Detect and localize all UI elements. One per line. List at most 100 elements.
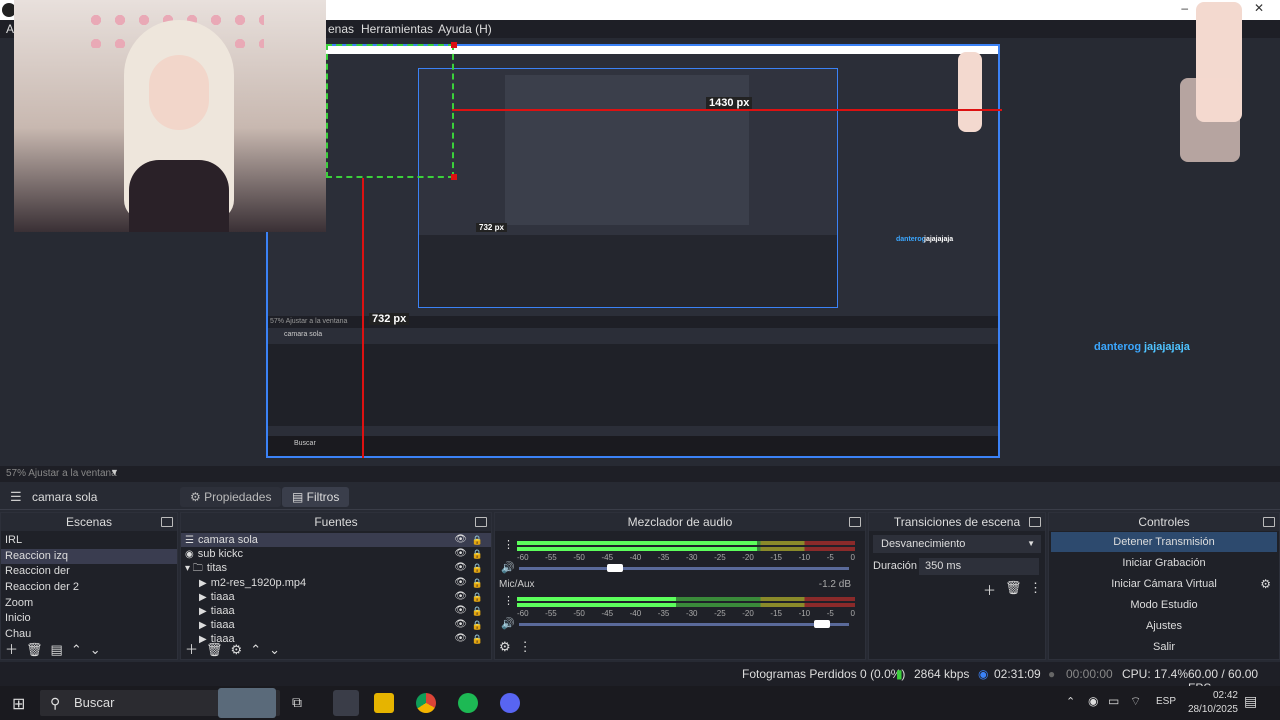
properties-button[interactable]: ⚙ Propiedades bbox=[180, 487, 282, 507]
mixer-menu-icon[interactable]: ⋮ bbox=[519, 639, 532, 654]
move-down-button[interactable]: ⌄ bbox=[269, 642, 280, 657]
scene-item[interactable]: Inicio bbox=[1, 611, 177, 627]
menu-item-herramientas[interactable]: Herramientas bbox=[361, 22, 433, 36]
spotify-icon[interactable] bbox=[458, 693, 478, 713]
meter-tick-label: -5 bbox=[826, 609, 834, 618]
start-virtual-camera-button[interactable]: Iniciar Cámara Virtual ⚙ bbox=[1051, 574, 1277, 594]
lock-icon[interactable]: 🔒 bbox=[472, 547, 483, 561]
move-up-button[interactable]: ⌃ bbox=[71, 642, 82, 657]
task-view-icon[interactable]: ⧉ bbox=[292, 694, 302, 711]
source-item[interactable]: ▶ tiaaa 👁 🔒 bbox=[181, 604, 491, 618]
obs-taskbar-icon[interactable] bbox=[333, 690, 359, 716]
remove-source-button[interactable]: 🗑 bbox=[206, 642, 223, 657]
chrome-icon[interactable] bbox=[416, 693, 436, 713]
scene-item[interactable]: Reaccion der 2 bbox=[1, 580, 177, 596]
search-highlight-image bbox=[218, 688, 276, 718]
source-item[interactable]: ▶ tiaaa 👁 🔒 bbox=[181, 590, 491, 604]
duration-input[interactable]: 350 ms bbox=[919, 558, 1039, 575]
lock-icon[interactable]: 🔒 bbox=[472, 533, 483, 547]
level-meter bbox=[517, 597, 855, 601]
track-menu-icon[interactable]: ⋮ bbox=[503, 594, 514, 607]
settings-button[interactable]: Ajustes bbox=[1051, 616, 1277, 636]
play-icon: ▶ bbox=[199, 591, 207, 603]
start-recording-button[interactable]: Iniciar Grabación bbox=[1051, 553, 1277, 573]
move-up-button[interactable]: ⌃ bbox=[250, 642, 261, 657]
undock-icon[interactable] bbox=[849, 517, 861, 527]
visibility-eye-icon[interactable]: 👁 bbox=[454, 576, 467, 590]
scene-item[interactable]: Reaccion der bbox=[1, 564, 177, 580]
undock-icon[interactable] bbox=[1029, 517, 1041, 527]
remove-transition-button[interactable]: 🗑 bbox=[1005, 580, 1022, 596]
discord-icon[interactable] bbox=[500, 693, 520, 713]
network-icon[interactable]: ▭ bbox=[1108, 694, 1119, 708]
studio-mode-button[interactable]: Modo Estudio bbox=[1051, 595, 1277, 615]
move-down-button[interactable]: ⌄ bbox=[90, 642, 101, 657]
undock-icon[interactable] bbox=[1263, 517, 1275, 527]
filters-button[interactable]: ▤ Filtros bbox=[282, 487, 350, 507]
visibility-eye-icon[interactable]: 👁 bbox=[454, 604, 467, 618]
resize-handle-top-right[interactable] bbox=[451, 42, 457, 48]
add-source-button[interactable]: ＋ bbox=[185, 642, 198, 657]
transition-menu-icon[interactable]: ⋮ bbox=[1029, 580, 1042, 596]
tray-expand-icon[interactable]: ⌃ bbox=[1066, 695, 1075, 708]
visibility-eye-icon[interactable]: 👁 bbox=[454, 618, 467, 632]
undock-icon[interactable] bbox=[161, 517, 173, 527]
lock-icon[interactable]: 🔒 bbox=[472, 590, 483, 604]
speaker-icon[interactable]: 🔊 bbox=[501, 617, 515, 630]
lock-icon[interactable]: 🔒 bbox=[472, 618, 483, 632]
source-item[interactable]: ▶ tiaaa 👁 🔒 bbox=[181, 618, 491, 632]
taskbar-clock[interactable]: 02:42 28/10/2025 bbox=[1188, 689, 1238, 717]
wifi-icon[interactable]: ⌔ bbox=[1130, 694, 1141, 709]
scene-item[interactable]: Reaccion izq bbox=[1, 548, 177, 565]
mixer-track-name: AUDIO PC bbox=[499, 531, 855, 534]
scene-filters-button[interactable]: ▤ bbox=[51, 642, 63, 657]
add-transition-button[interactable]: ＋ bbox=[983, 580, 996, 599]
track-menu-icon[interactable]: ⋮ bbox=[503, 538, 514, 551]
stop-streaming-button[interactable]: Detener Transmisión bbox=[1051, 532, 1277, 552]
windows-start-icon[interactable]: ⊞ bbox=[12, 694, 25, 714]
preview-canvas[interactable]: 57% Ajustar a la ventana camara sola Bus… bbox=[0, 0, 1280, 466]
scene-item[interactable]: Zoom bbox=[1, 596, 177, 612]
language-indicator[interactable]: ESP bbox=[1156, 696, 1176, 707]
mixer-settings-icon[interactable]: ⚙ bbox=[499, 639, 511, 654]
volume-slider[interactable] bbox=[519, 620, 849, 628]
volume-slider[interactable] bbox=[519, 564, 849, 572]
lock-icon[interactable]: 🔒 bbox=[472, 561, 483, 575]
source-selection-box[interactable] bbox=[326, 44, 454, 178]
source-item[interactable]: ☰ camara sola 👁 🔒 bbox=[181, 533, 491, 548]
volume-slider-knob[interactable] bbox=[814, 620, 831, 628]
zoom-dropdown-chevron-icon[interactable]: ▼ bbox=[110, 467, 119, 477]
obs-tray-icon[interactable]: ◉ bbox=[1088, 694, 1098, 708]
resize-handle-bottom-right[interactable] bbox=[451, 174, 457, 180]
alignment-guide-vertical bbox=[362, 178, 364, 458]
meter-tick-label: -60 bbox=[517, 609, 529, 618]
source-item[interactable]: ▾ 🗀 titas 👁 🔒 bbox=[181, 561, 491, 575]
close-button[interactable]: ✕ bbox=[1254, 1, 1264, 15]
source-settings-button[interactable]: ⚙ bbox=[231, 642, 243, 657]
gear-icon[interactable]: ⚙ bbox=[1260, 574, 1271, 594]
undock-icon[interactable] bbox=[475, 517, 487, 527]
add-scene-button[interactable]: ＋ bbox=[5, 642, 18, 657]
remove-scene-button[interactable]: 🗑 bbox=[26, 642, 43, 657]
menu-item-archivo[interactable]: A bbox=[6, 22, 14, 36]
visibility-eye-icon[interactable]: 👁 bbox=[454, 590, 467, 604]
source-item[interactable]: ▶ m2-res_1920p.mp4 👁 🔒 bbox=[181, 576, 491, 590]
file-explorer-icon[interactable] bbox=[374, 693, 394, 713]
visibility-eye-icon[interactable]: 👁 bbox=[454, 547, 467, 561]
scene-item[interactable]: IRL bbox=[1, 533, 177, 549]
browser-icon: ◉ bbox=[185, 549, 194, 561]
notification-icon[interactable]: ▤ bbox=[1244, 693, 1257, 710]
minimize-button[interactable]: – bbox=[1181, 1, 1188, 15]
menu-item-ayuda[interactable]: Ayuda (H) bbox=[438, 22, 492, 36]
exit-button[interactable]: Salir bbox=[1051, 637, 1277, 657]
menu-item-escenas[interactable]: enas bbox=[328, 22, 354, 36]
lock-icon[interactable]: 🔒 bbox=[472, 576, 483, 590]
volume-slider-knob[interactable] bbox=[606, 564, 623, 572]
source-item[interactable]: ◉ sub kickc 👁 🔒 bbox=[181, 547, 491, 561]
visibility-eye-icon[interactable]: 👁 bbox=[454, 561, 467, 575]
visibility-eye-icon[interactable]: 👁 bbox=[454, 533, 467, 547]
lock-icon[interactable]: 🔒 bbox=[472, 604, 483, 618]
speaker-icon[interactable]: 🔊 bbox=[501, 561, 515, 574]
transition-select[interactable]: Desvanecimiento ▼ bbox=[873, 535, 1041, 553]
scenes-title: Escenas bbox=[65, 515, 113, 529]
